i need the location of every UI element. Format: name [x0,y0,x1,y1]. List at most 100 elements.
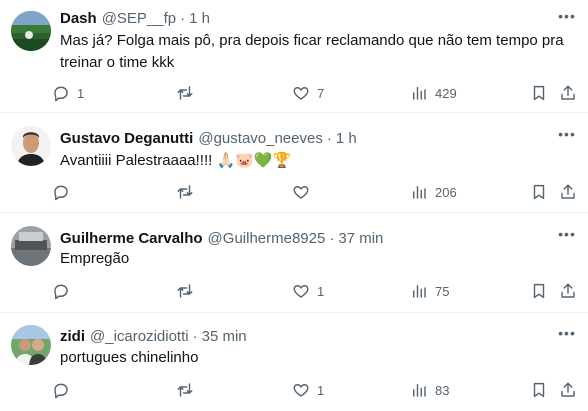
avatar-image [11,126,51,166]
like-count: 7 [317,85,325,101]
heart-icon [293,186,309,199]
timestamp[interactable]: 35 min [202,327,247,347]
share-icon [561,85,575,100]
reply-card[interactable]: zidi @_icarozidiotti · 35 min ••• portug… [0,313,588,411]
views-button[interactable]: 206 [410,181,457,203]
comment-icon [54,284,68,300]
comment-icon [54,383,68,399]
display-name[interactable]: Dash [60,9,97,29]
reply-text: Empregão [60,250,130,267]
views-icon [413,87,426,100]
reply-button[interactable] [52,181,77,203]
more-options-icon[interactable]: ••• [556,326,578,346]
reply-button[interactable]: 1 [52,82,84,104]
reply-header: Dash @SEP__fp · 1 h [60,9,210,29]
reply-text: Avantiiii Palestraaaa!!!! 🙏🏻🐷💚🏆 [60,152,292,169]
avatar[interactable] [11,11,51,51]
separator-dot: · [180,10,186,27]
action-bar: 1 7 429 [52,82,582,104]
reply-button[interactable] [52,379,77,401]
action-bar: 1 83 [52,379,582,401]
action-bar: 1 75 [52,280,582,302]
bookmark-button[interactable] [530,379,548,401]
bookmark-icon [533,85,545,101]
share-icon [561,382,575,397]
bookmark-button[interactable] [530,181,548,203]
retweet-icon [177,284,193,298]
retweet-icon [177,383,193,397]
like-button[interactable]: 7 [292,82,324,104]
retweet-icon [177,86,193,100]
reply-header: zidi @_icarozidiotti · 35 min [60,327,247,347]
avatar[interactable] [11,226,51,266]
heart-icon [293,285,309,298]
bookmark-icon [533,283,545,299]
reply-card[interactable]: Dash @SEP__fp · 1 h ••• Mas já? Folga ma… [0,0,588,113]
reply-text: portugues chinelinho [60,349,199,366]
avatar[interactable] [11,126,51,166]
timestamp[interactable]: 1 h [336,129,357,149]
retweet-button[interactable] [176,181,201,203]
view-count: 75 [435,283,450,299]
bookmark-button[interactable] [530,82,548,104]
avatar-image [11,11,51,51]
bookmark-icon [533,382,545,398]
views-icon [413,186,426,199]
separator-dot: · [329,230,335,247]
user-handle[interactable]: @Guilherme8925 [208,229,326,249]
view-count: 429 [435,85,457,101]
retweet-button[interactable] [176,379,201,401]
more-options-icon[interactable]: ••• [556,9,578,29]
more-options-icon[interactable]: ••• [556,227,578,247]
views-button[interactable]: 75 [410,280,449,302]
display-name[interactable]: zidi [60,327,85,347]
bookmark-icon [533,184,545,200]
user-handle[interactable]: @gustavo_neeves [198,129,322,149]
reply-card[interactable]: Guilherme Carvalho @Guilherme8925 · 37 m… [0,213,588,313]
share-button[interactable] [559,82,577,104]
reply-button[interactable] [52,280,77,302]
reply-card[interactable]: Gustavo Deganutti @gustavo_neeves · 1 h … [0,113,588,213]
comment-icon [54,86,68,102]
view-count: 206 [435,184,457,200]
avatar-image [11,325,51,365]
retweet-button[interactable] [176,82,201,104]
avatar[interactable] [11,325,51,365]
avatar-image [11,226,51,266]
views-icon [413,285,426,298]
view-count: 83 [435,382,450,398]
reply-header: Gustavo Deganutti @gustavo_neeves · 1 h [60,129,357,149]
views-button[interactable]: 429 [410,82,457,104]
share-button[interactable] [559,379,577,401]
retweet-icon [177,185,193,199]
heart-icon [293,87,309,100]
like-button[interactable]: 1 [292,280,324,302]
share-button[interactable] [559,280,577,302]
display-name[interactable]: Guilherme Carvalho [60,229,203,249]
like-button[interactable]: 1 [292,379,324,401]
retweet-button[interactable] [176,280,201,302]
reply-text: Mas já? Folga mais pô, pra depois ficar … [60,32,564,71]
share-button[interactable] [559,181,577,203]
views-icon [413,384,426,397]
display-name[interactable]: Gustavo Deganutti [60,129,193,149]
share-icon [561,184,575,199]
bookmark-button[interactable] [530,280,548,302]
like-button[interactable] [292,181,317,203]
user-handle[interactable]: @SEP__fp [102,9,176,29]
heart-icon [293,384,309,397]
separator-dot: · [326,130,332,147]
views-button[interactable]: 83 [410,379,449,401]
user-handle[interactable]: @_icarozidiotti [90,327,189,347]
timestamp[interactable]: 37 min [338,229,383,249]
action-bar: 206 [52,181,582,203]
reply-header: Guilherme Carvalho @Guilherme8925 · 37 m… [60,229,383,249]
separator-dot: · [192,328,198,345]
reply-count: 1 [77,85,85,101]
like-count: 1 [317,283,325,299]
more-options-icon[interactable]: ••• [556,127,578,147]
timestamp[interactable]: 1 h [189,9,210,29]
like-count: 1 [317,382,325,398]
share-icon [561,283,575,298]
comment-icon [54,185,68,201]
